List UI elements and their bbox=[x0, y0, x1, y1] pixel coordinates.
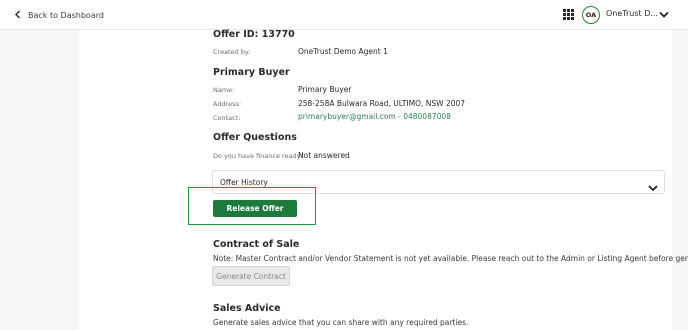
back-label: Back to Dashboard bbox=[28, 10, 104, 20]
release-offer-button[interactable]: Release Offer bbox=[213, 200, 297, 217]
chevron-down-icon bbox=[648, 177, 658, 192]
avatar[interactable]: OA bbox=[582, 6, 600, 24]
offer-questions-heading: Offer Questions bbox=[213, 132, 297, 143]
chevron-down-icon[interactable] bbox=[658, 8, 670, 20]
generate-contract-button[interactable]: Generate Contract bbox=[212, 266, 290, 286]
primary-buyer-heading: Primary Buyer bbox=[213, 67, 290, 78]
address-label: Address: bbox=[213, 100, 242, 108]
user-name[interactable]: OneTrust D... bbox=[606, 9, 658, 18]
top-bar: Back to Dashboard OA OneTrust D... bbox=[0, 0, 688, 30]
contract-note: Note: Master Contract and/or Vendor Stat… bbox=[213, 254, 688, 263]
finance-question-value: Not answered bbox=[298, 151, 350, 160]
created-by-label: Created by: bbox=[213, 48, 251, 56]
sales-advice-heading: Sales Advice bbox=[213, 303, 281, 314]
name-label: Name: bbox=[213, 86, 235, 94]
created-by-value: OneTrust Demo Agent 1 bbox=[298, 47, 388, 56]
address-value: 258-258A Bulwara Road, ULTIMO, NSW 2007 bbox=[298, 99, 466, 108]
chevron-left-icon bbox=[14, 9, 22, 21]
name-value: Primary Buyer bbox=[298, 85, 352, 94]
back-to-dashboard-link[interactable]: Back to Dashboard bbox=[14, 7, 104, 23]
finance-question-label: Do you have finance ready? bbox=[213, 152, 304, 160]
contract-of-sale-heading: Contract of Sale bbox=[213, 239, 300, 250]
offer-history-label: Offer History bbox=[220, 178, 268, 187]
sales-advice-note: Generate sales advice that you can share… bbox=[213, 318, 469, 327]
offer-id-title: Offer ID: 13770 bbox=[213, 29, 295, 40]
apps-grid-icon[interactable] bbox=[563, 9, 574, 20]
contact-label: Contact: bbox=[213, 114, 241, 122]
contact-link[interactable]: primarybuyer@gmail.com - 0480087008 bbox=[298, 112, 451, 121]
